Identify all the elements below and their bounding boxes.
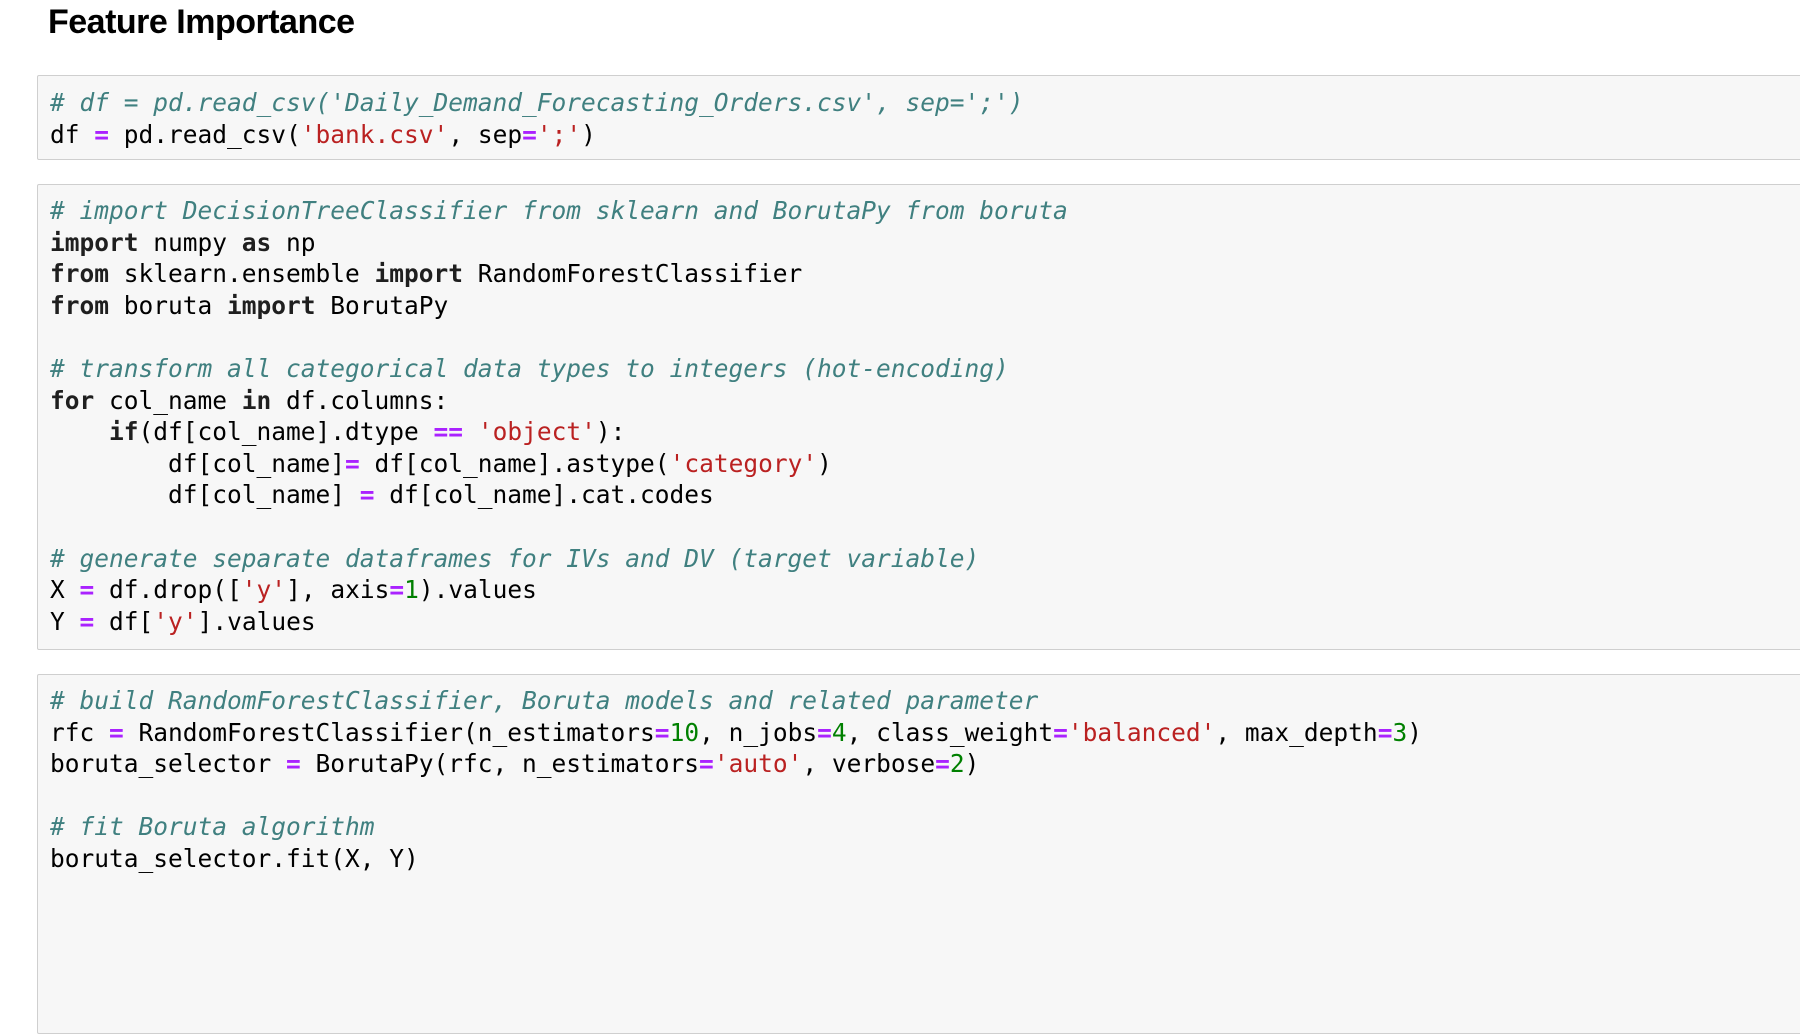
code-keyword: as	[241, 227, 272, 257]
code-text: , n_jobs	[699, 717, 818, 747]
code-text: df[col_name]	[168, 480, 360, 510]
code-comment: # transform all categorical data types t…	[50, 353, 1009, 383]
code-cell-1[interactable]: # df = pd.read_csv('Daily_Demand_Forecas…	[37, 75, 1800, 160]
code-comment: # import DecisionTreeClassifier from skl…	[50, 196, 1068, 225]
code-operator: =	[1377, 717, 1393, 747]
code-operator: =	[79, 575, 95, 605]
code-text: col_name	[94, 385, 242, 415]
code-text: , sep	[448, 119, 523, 149]
code-text: numpy	[138, 227, 242, 257]
code-text: )	[1407, 717, 1422, 747]
code-string: 'balanced'	[1067, 717, 1216, 747]
code-cell-2[interactable]: # import DecisionTreeClassifier from skl…	[37, 184, 1800, 650]
code-editor[interactable]: # build RandomForestClassifier, Boruta m…	[38, 675, 1800, 875]
code-text: df[col_name].astype(	[359, 448, 670, 478]
code-operator: =	[389, 575, 405, 605]
code-text: RandomForestClassifier	[463, 259, 803, 289]
code-text: df[	[94, 606, 154, 636]
code-text: , verbose	[802, 749, 936, 779]
code-operator: =	[699, 749, 714, 779]
code-text: )	[581, 119, 596, 149]
code-text: sklearn.ensemble	[109, 259, 375, 289]
section-heading: Feature Importance	[48, 3, 355, 41]
code-operator: ==	[433, 417, 464, 447]
code-text: , class_weight	[846, 717, 1054, 747]
code-operator: =	[1053, 717, 1068, 747]
code-text: ).values	[418, 575, 537, 605]
code-editor[interactable]: # import DecisionTreeClassifier from skl…	[38, 185, 1800, 637]
code-text: RandomForestClassifier(n_estimators	[123, 717, 655, 747]
code-text: BorutaPy	[315, 290, 449, 320]
code-number: 1	[404, 575, 419, 605]
code-text: np	[271, 227, 316, 257]
code-text: boruta_selector.fit(X, Y)	[50, 843, 419, 873]
code-keyword: from	[50, 259, 110, 289]
code-comment: # build RandomForestClassifier, Boruta m…	[50, 686, 1039, 715]
code-editor[interactable]: # df = pd.read_csv('Daily_Demand_Forecas…	[38, 76, 1800, 150]
code-keyword: for	[50, 385, 95, 415]
code-string: 'category'	[669, 448, 818, 478]
code-operator: =	[79, 606, 95, 636]
code-string: 'object'	[477, 417, 596, 447]
code-text: )	[964, 749, 980, 779]
code-number: 3	[1392, 717, 1408, 747]
code-comment: # df = pd.read_csv('Daily_Demand_Forecas…	[50, 88, 1024, 117]
code-text: pd.read_csv(	[109, 119, 301, 149]
code-comment: # generate separate dataframes for IVs a…	[50, 543, 980, 573]
code-text: df.drop([	[94, 575, 242, 605]
code-operator: =	[522, 119, 537, 149]
code-number: 4	[831, 717, 847, 747]
code-operator: =	[109, 717, 124, 747]
code-text: Y	[50, 606, 80, 636]
code-text: rfc	[50, 717, 110, 747]
code-text: ].values	[197, 606, 316, 636]
code-text: df[col_name]	[168, 448, 346, 478]
code-text: ):	[595, 417, 626, 447]
code-keyword: import	[50, 227, 139, 257]
code-operator: =	[935, 749, 950, 779]
code-operator: =	[94, 119, 110, 149]
code-keyword: import	[374, 259, 464, 289]
code-text: df	[50, 119, 95, 149]
code-string: 'bank.csv'	[300, 119, 449, 149]
code-text: boruta	[109, 290, 228, 320]
code-text: (df[col_name].dtype	[138, 417, 434, 447]
code-cell-3[interactable]: # build RandomForestClassifier, Boruta m…	[37, 674, 1800, 1034]
code-operator: =	[654, 717, 670, 747]
code-string: 'y'	[153, 606, 198, 636]
code-text: df.columns:	[271, 385, 449, 415]
code-text: )	[817, 448, 832, 478]
code-operator: =	[286, 749, 301, 779]
code-string: ';'	[536, 119, 582, 149]
code-operator: =	[817, 717, 832, 747]
code-keyword: import	[227, 290, 316, 320]
code-number: 10	[669, 717, 700, 747]
code-string: 'y'	[241, 575, 287, 605]
code-operator: =	[345, 448, 360, 478]
code-keyword: from	[50, 290, 110, 320]
code-text: , max_depth	[1215, 717, 1378, 747]
code-text: df[col_name].cat.codes	[374, 480, 714, 510]
code-text: X	[50, 575, 80, 605]
code-number: 2	[949, 749, 965, 779]
code-keyword: if	[109, 417, 139, 447]
code-operator: =	[359, 480, 375, 510]
code-text: boruta_selector	[50, 749, 287, 779]
code-text: ], axis	[286, 575, 390, 605]
code-keyword: in	[241, 385, 272, 415]
code-text: BorutaPy(rfc, n_estimators	[300, 749, 700, 779]
code-comment: # fit Boruta algorithm	[50, 812, 375, 842]
code-string: 'auto'	[713, 749, 803, 779]
